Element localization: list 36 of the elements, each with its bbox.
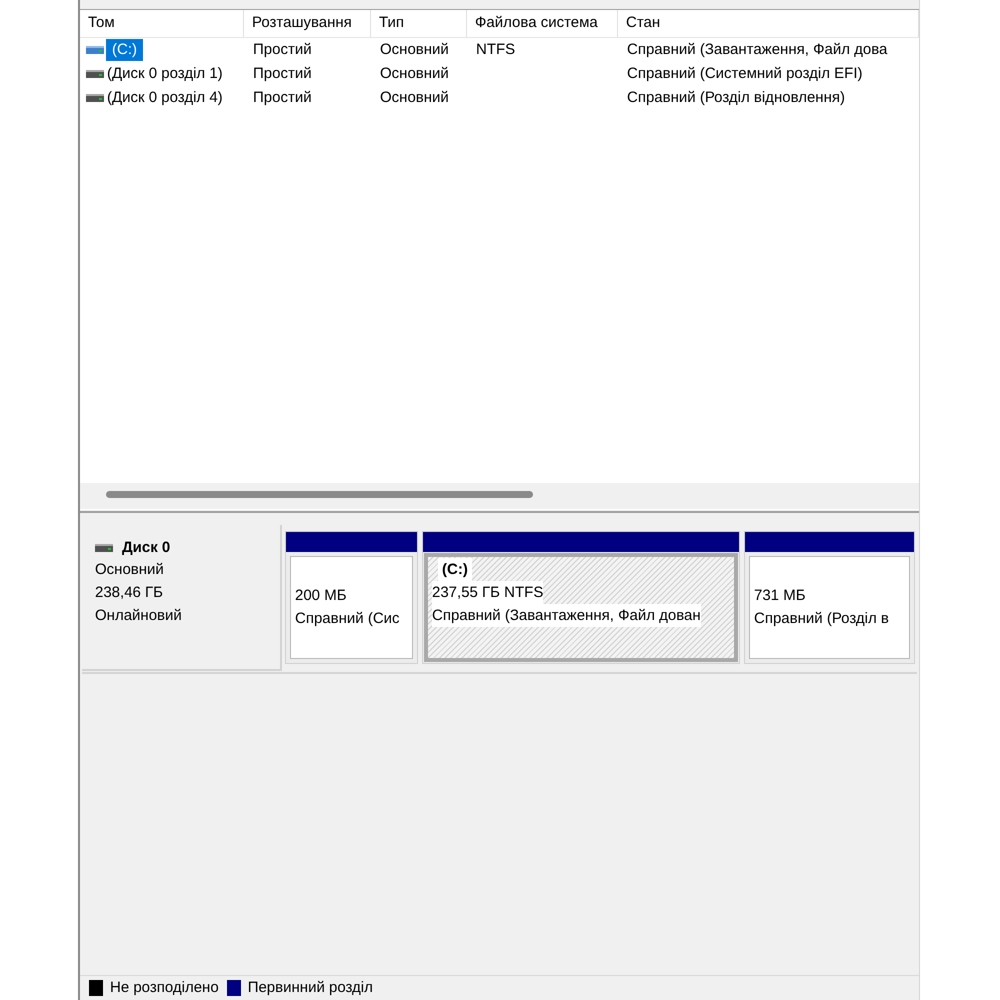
column-header[interactable]: Стан	[618, 10, 919, 37]
volume-name[interactable]: (C:)	[106, 38, 143, 62]
drive-icon	[86, 70, 104, 78]
layout-cell: Простий	[253, 40, 312, 58]
disk-status: Онлайновий	[95, 606, 182, 626]
drive-icon	[95, 544, 113, 552]
column-header[interactable]: Тип	[371, 10, 467, 37]
drive-icon	[86, 46, 104, 54]
file-system-cell: NTFS	[476, 40, 516, 58]
volume-name[interactable]: (Диск 0 розділ 4)	[106, 86, 224, 110]
status-cell: Справний (Системний розділ EFI)	[627, 64, 862, 82]
volume-name[interactable]: (Диск 0 розділ 1)	[106, 62, 224, 86]
layout-cell: Простий	[253, 64, 312, 82]
column-header[interactable]: Розташування	[244, 10, 371, 37]
partition-block[interactable]: 200 МБ Справний (Сис	[285, 531, 418, 664]
legend-label: Не розподілено	[110, 978, 219, 998]
scrollbar-thumb[interactable]	[106, 490, 533, 498]
partition-label: (C:)	[438, 558, 472, 581]
column-header[interactable]: Том	[80, 10, 244, 37]
disk-type: Основний	[95, 560, 164, 580]
partition-block[interactable]: 731 МБ Справний (Розділ в	[744, 531, 915, 664]
partition-size: 237,55 ГБ NTFS	[432, 581, 544, 604]
type-cell: Основний	[380, 40, 449, 58]
status-cell: Справний (Розділ відновлення)	[627, 88, 845, 106]
type-cell: Основний	[380, 88, 449, 106]
status-cell: Справний (Завантаження, Файл дова	[627, 40, 888, 58]
layout-cell: Простий	[253, 88, 312, 106]
column-header[interactable]: Файлова система	[467, 10, 618, 37]
partition-status: Справний (Завантаження, Файл дован	[432, 604, 701, 627]
type-cell: Основний	[380, 64, 449, 82]
partition-block[interactable]: (C:) 237,55 ГБ NTFS Справний (Завантаження, Файл дован	[422, 531, 740, 664]
disk-size: 238,46 ГБ	[95, 583, 164, 603]
legend-label: Первинний розділ	[248, 978, 373, 998]
disk-name: Диск 0	[122, 538, 170, 558]
disk-info-panel[interactable]: Диск 0 Основний 238,46 ГБ Онлайновий	[82, 525, 282, 671]
drive-icon	[86, 94, 104, 102]
